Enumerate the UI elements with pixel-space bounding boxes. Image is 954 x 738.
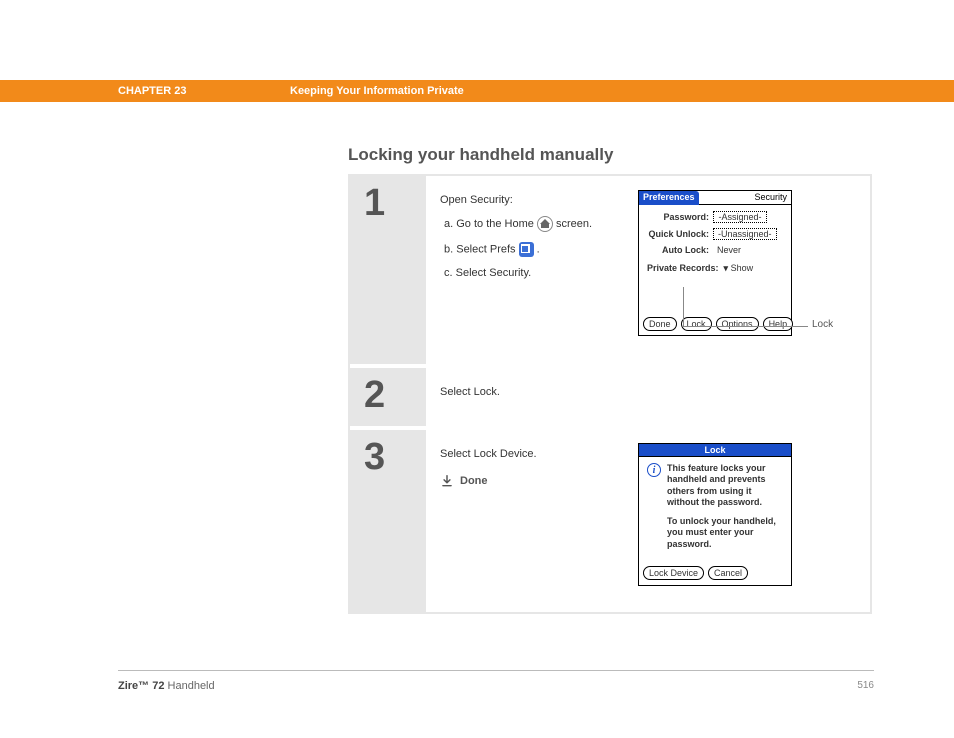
prefs-password-label: Password: [647, 212, 713, 222]
prefs-quick-value: -Unassigned- [713, 228, 777, 240]
steps-container: 1 Open Security: a. Go to the Home scree… [348, 174, 872, 614]
footer-rule [118, 670, 874, 671]
callout-line [683, 326, 808, 327]
footer-product-rest: Handheld [164, 680, 214, 692]
lock-msg-2: To unlock your handheld, you must enter … [667, 516, 783, 550]
step-row: 2 Select Lock. [350, 368, 870, 430]
section-title: Locking your handheld manually [348, 145, 613, 165]
prefs-titlebar-left: Preferences [639, 191, 699, 205]
prefs-btn-help: Help [763, 317, 794, 331]
prefs-private-row: Private Records: ▾ Show [647, 263, 783, 274]
info-icon: i [647, 463, 661, 477]
prefs-icon [519, 242, 534, 257]
prefs-password-value: -Assigned- [713, 211, 767, 223]
prefs-quick-label: Quick Unlock: [647, 229, 713, 239]
step-lead: Select Lock. [440, 386, 856, 398]
prefs-auto-label: Auto Lock: [647, 245, 713, 255]
callout-line-v [683, 287, 684, 327]
step-row: 1 Open Security: a. Go to the Home scree… [350, 176, 870, 368]
footer-product-bold: Zire™ 72 [118, 680, 164, 692]
prefs-private-value: Show [731, 263, 754, 273]
step-row: 3 Select Lock Device. Done Lock i This f… [350, 430, 870, 612]
prefs-btn-options: Options [716, 317, 759, 331]
sub-step-text: screen. [556, 218, 592, 230]
prefs-titlebar-right: Security [699, 191, 791, 205]
step-body: Select Lock Device. Done Lock i This fea… [426, 430, 870, 612]
prefs-private-label: Private Records: [647, 263, 719, 273]
lock-btn-lockdevice: Lock Device [643, 566, 704, 580]
step-body: Select Lock. [426, 368, 870, 426]
palm-lock-screenshot: Lock i This feature locks your handheld … [638, 443, 792, 586]
chapter-label: CHAPTER 23 [118, 85, 186, 97]
lock-msg-1: This feature locks your handheld and pre… [667, 463, 783, 508]
step-number: 2 [350, 368, 426, 426]
prefs-btn-lock: Lock [681, 317, 712, 331]
footer-product: Zire™ 72 Handheld [118, 680, 215, 692]
lock-btn-cancel: Cancel [708, 566, 748, 580]
done-arrow-icon [440, 474, 454, 488]
lock-titlebar: Lock [639, 444, 791, 457]
callout-label: Lock [812, 319, 833, 330]
sub-step-text: b. Select Prefs [444, 243, 519, 255]
step-number: 3 [350, 430, 426, 612]
sub-step-text: a. Go to the Home [444, 218, 537, 230]
done-label: Done [460, 475, 488, 487]
prefs-auto-value: Never [713, 245, 767, 255]
chapter-title: Keeping Your Information Private [290, 85, 464, 97]
step-number: 1 [350, 176, 426, 364]
palm-prefs-screenshot: Preferences Security Password: -Assigned… [638, 190, 792, 336]
prefs-btn-done: Done [643, 317, 677, 331]
footer-page-number: 516 [857, 680, 874, 691]
sub-step-text: . [537, 243, 540, 255]
chapter-header: CHAPTER 23 Keeping Your Information Priv… [0, 80, 954, 102]
home-icon [537, 216, 553, 232]
step-body: Open Security: a. Go to the Home screen.… [426, 176, 870, 364]
